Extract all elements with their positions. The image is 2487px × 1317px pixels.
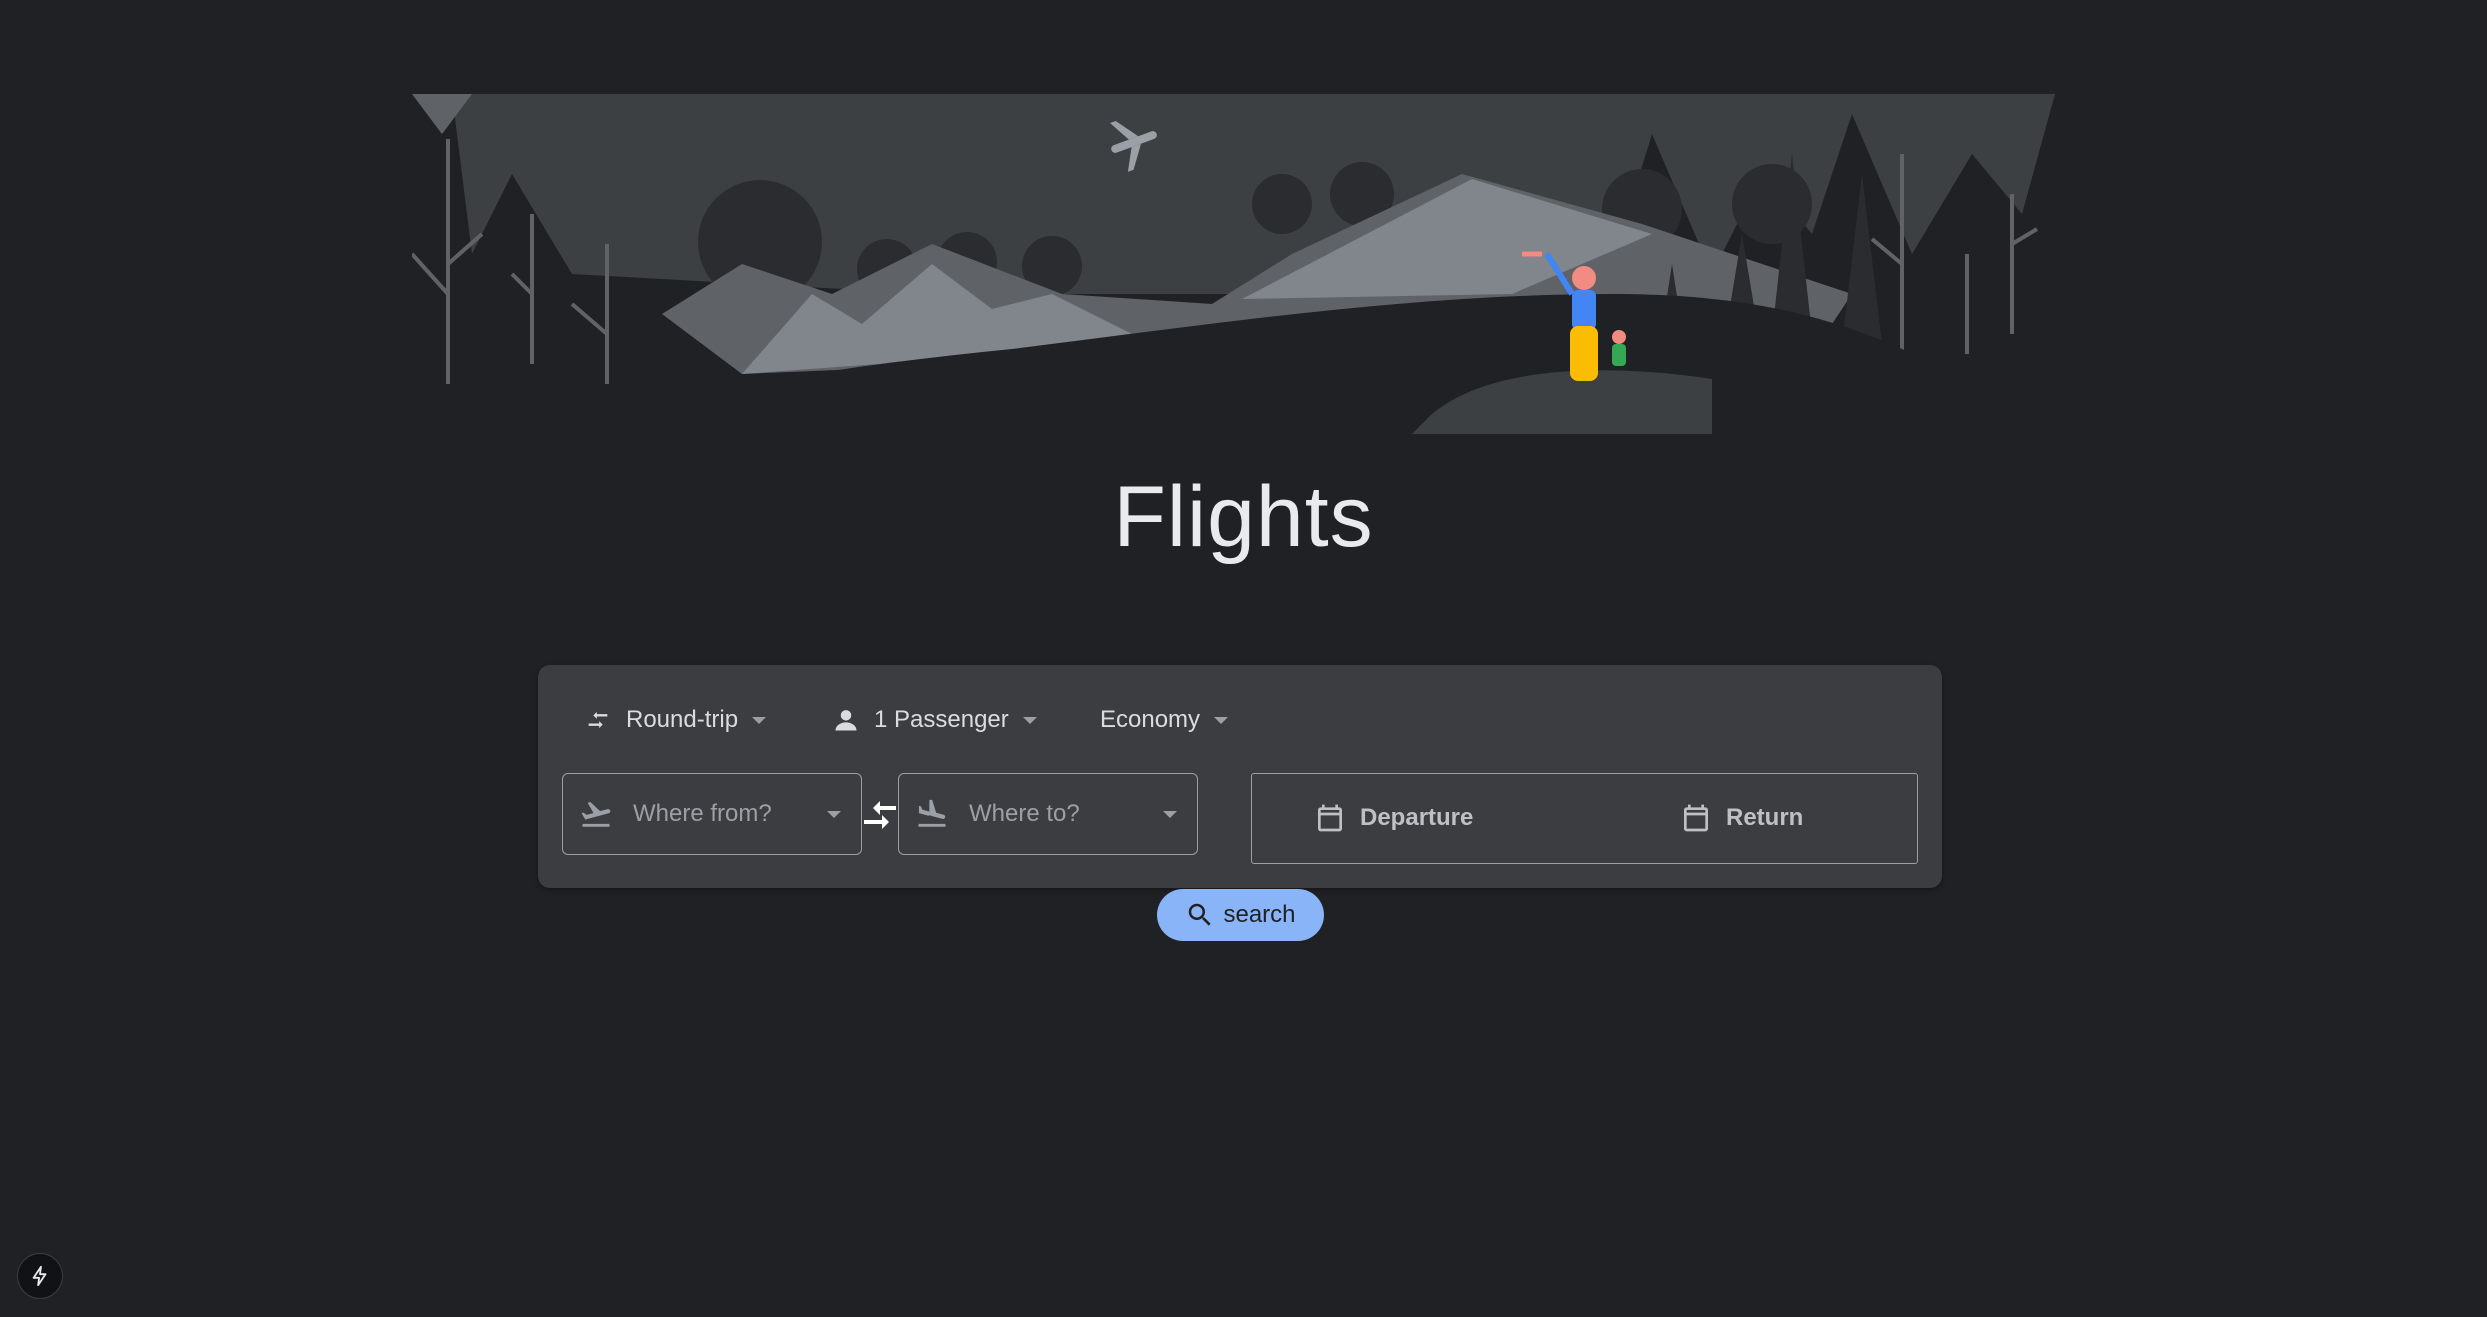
chevron-down-icon	[1163, 810, 1177, 818]
hero-illustration	[412, 94, 2055, 434]
where-from-placeholder: Where from?	[633, 800, 772, 827]
where-to-field[interactable]: Where to?	[898, 773, 1198, 855]
search-label: search	[1223, 901, 1296, 928]
departure-label: Departure	[1360, 804, 1474, 831]
where-to-placeholder: Where to?	[969, 800, 1080, 827]
swap-horiz-icon	[588, 711, 608, 729]
passengers-label: 1 Passenger	[874, 706, 1009, 733]
flight-takeoff-icon	[581, 802, 611, 827]
chevron-down-icon	[1214, 716, 1229, 724]
flight-land-icon	[918, 799, 946, 827]
departure-date-button[interactable]: Departure	[1314, 796, 1473, 840]
swap-icon[interactable]	[862, 800, 898, 832]
corner-badge[interactable]	[17, 1253, 63, 1299]
lightning-icon	[32, 1265, 47, 1287]
cabin-class-dropdown[interactable]: Economy	[1100, 700, 1229, 740]
return-label: Return	[1726, 804, 1804, 831]
search-button[interactable]: search	[1157, 889, 1324, 941]
mountain-scene-image	[412, 94, 2055, 434]
trip-type-dropdown[interactable]: Round-trip	[584, 700, 767, 740]
page-title: Flights	[1113, 469, 1374, 565]
date-range-field: Departure Return	[1251, 773, 1918, 864]
passengers-dropdown[interactable]: 1 Passenger	[832, 700, 1037, 740]
search-icon	[1189, 903, 1212, 926]
cabin-class-label: Economy	[1100, 706, 1201, 733]
calendar-icon	[1684, 804, 1708, 832]
person-icon	[835, 710, 857, 731]
trip-type-label: Round-trip	[626, 706, 739, 733]
return-date-button[interactable]: Return	[1680, 796, 1803, 840]
where-from-field[interactable]: Where from?	[562, 773, 862, 855]
calendar-icon	[1318, 804, 1342, 832]
chevron-down-icon	[827, 810, 841, 818]
chevron-down-icon	[752, 716, 767, 724]
chevron-down-icon	[1022, 716, 1037, 724]
